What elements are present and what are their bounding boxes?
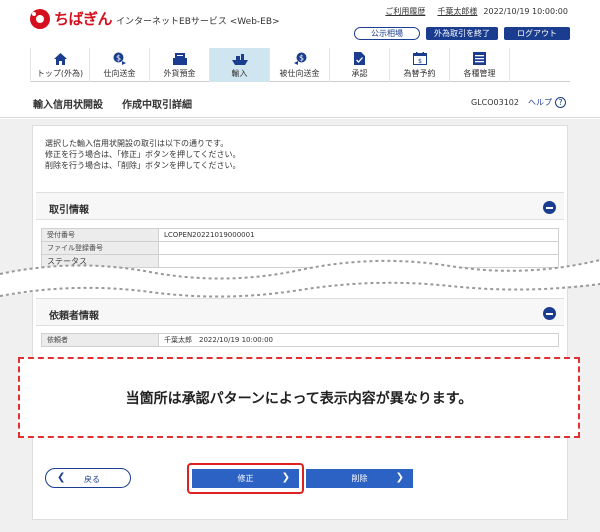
nav-top[interactable]: トップ(外為) — [30, 48, 90, 82]
notice-text: 当箇所は承認パターンによって表示内容が異なります。 — [125, 390, 473, 407]
row-value: 千葉太郎 2022/10/19 10:00:00 — [158, 333, 559, 347]
usage-history-link[interactable]: ご利用履歴 — [385, 6, 425, 17]
nav-label: 仕向送金 — [103, 69, 136, 78]
fx-end-button[interactable]: 外為取引を終了 — [426, 27, 498, 40]
user-name-link[interactable]: 千葉太郎様 — [437, 6, 477, 17]
approval-icon — [354, 52, 365, 65]
nav-label: トップ(外為) — [36, 69, 84, 78]
page-title: 輸入信用状開設 — [33, 100, 103, 111]
management-icon — [473, 52, 486, 65]
row-label: 受付番号 — [41, 228, 159, 242]
svg-text:$: $ — [418, 58, 422, 65]
nav-fx-deposit[interactable]: 外貨預金 — [150, 48, 210, 82]
logo-text: ちばぎん — [54, 10, 113, 28]
nav-label: 為替予約 — [403, 69, 436, 78]
public-rates-button[interactable]: 公示相場 — [354, 27, 420, 40]
back-label: 戻る — [84, 475, 100, 484]
nav-label: 被仕向送金 — [279, 69, 320, 78]
help-label: ヘルプ — [528, 98, 552, 107]
question-icon: ? — [555, 97, 566, 108]
collapse-icon[interactable] — [543, 201, 556, 214]
row-value: LCOPEN20221019000001 — [158, 228, 559, 242]
intro-text: 選択した輸入信用状開設の取引は以下の通りです。 修正を行う場合は、「修正」ボタン… — [45, 138, 241, 171]
outward-remittance-icon: $ — [113, 52, 127, 65]
fx-contract-icon: $ — [412, 52, 427, 65]
logo-mark-icon — [30, 8, 50, 29]
inward-remittance-icon: $ — [293, 52, 307, 65]
approval-pattern-notice: 当箇所は承認パターンによって表示内容が異なります。 — [18, 357, 580, 438]
nav-fx-contract[interactable]: $ 為替予約 — [390, 48, 450, 82]
nav-inward-remittance[interactable]: $ 被仕向送金 — [270, 48, 330, 82]
omission-wave — [0, 259, 600, 298]
header: ちばぎん インターネットEBサービス <Web-EB> ご利用履歴 千葉太郎様 … — [0, 0, 600, 48]
row-label: 依頼者 — [41, 333, 159, 347]
section-title: 依頼者情報 — [49, 311, 99, 322]
nav-label: 外貨預金 — [163, 69, 196, 78]
modify-button[interactable]: 修正 ❯ — [192, 469, 299, 488]
help-link[interactable]: ヘルプ ? — [528, 97, 566, 108]
nav-import[interactable]: 輸入 — [210, 48, 270, 82]
modify-label: 修正 — [237, 474, 254, 483]
nav-approval[interactable]: 承認 — [330, 48, 390, 82]
service-name: インターネットEBサービス <Web-EB> — [116, 17, 280, 27]
chevron-right-icon: ❯ — [395, 472, 404, 483]
transaction-info-header[interactable]: 取引情報 — [36, 192, 564, 220]
intro-line: 選択した輸入信用状開設の取引は以下の通りです。 — [45, 139, 229, 148]
delete-label: 削除 — [351, 474, 368, 483]
nav-label: 各種管理 — [463, 69, 496, 78]
chevron-left-icon: ❮ — [57, 472, 66, 483]
utility-bar: ご利用履歴 千葉太郎様 2022/10/19 10:00:00 — [385, 6, 568, 17]
fx-deposit-icon — [172, 52, 187, 65]
nav-label: 承認 — [351, 69, 368, 78]
requester-info-header[interactable]: 依頼者情報 — [36, 298, 564, 326]
bank-logo: ちばぎん インターネットEBサービス <Web-EB> — [30, 8, 280, 29]
header-buttons: 公示相場 外為取引を終了 ログアウト — [354, 27, 570, 40]
title-bar: 輸入信用状開設 作成中取引詳細 GLCO03102 ヘルプ ? — [0, 86, 600, 118]
svg-text:$: $ — [115, 54, 120, 63]
home-icon — [53, 52, 67, 65]
screen-id: GLCO03102 — [471, 98, 519, 107]
collapse-icon[interactable] — [543, 307, 556, 320]
logout-button[interactable]: ログアウト — [504, 27, 570, 40]
nav-label: 輸入 — [231, 69, 248, 78]
login-datetime: 2022/10/19 10:00:00 — [483, 7, 568, 16]
table-row: 依頼者 千葉太郎 2022/10/19 10:00:00 — [41, 333, 559, 347]
nav-outward-remittance[interactable]: $ 仕向送金 — [90, 48, 150, 82]
page-subtitle: 作成中取引詳細 — [122, 100, 192, 111]
chevron-right-icon: ❯ — [281, 472, 290, 483]
table-row: 受付番号 LCOPEN20221019000001 — [41, 228, 559, 242]
intro-line: 削除を行う場合は、「削除」ボタンを押してください。 — [45, 161, 241, 170]
requester-info-table: 依頼者 千葉太郎 2022/10/19 10:00:00 — [41, 333, 559, 347]
import-icon — [231, 52, 248, 65]
delete-button[interactable]: 削除 ❯ — [306, 469, 413, 488]
svg-text:$: $ — [298, 54, 303, 63]
intro-line: 修正を行う場合は、「修正」ボタンを押してください。 — [45, 150, 241, 159]
back-button[interactable]: ❮ 戻る — [45, 468, 131, 488]
section-title: 取引情報 — [49, 205, 89, 216]
main-nav: トップ(外為) $ 仕向送金 外貨預金 輸入 $ 被仕向送金 承認 $ 為替予約 — [30, 48, 570, 82]
nav-management[interactable]: 各種管理 — [450, 48, 510, 82]
